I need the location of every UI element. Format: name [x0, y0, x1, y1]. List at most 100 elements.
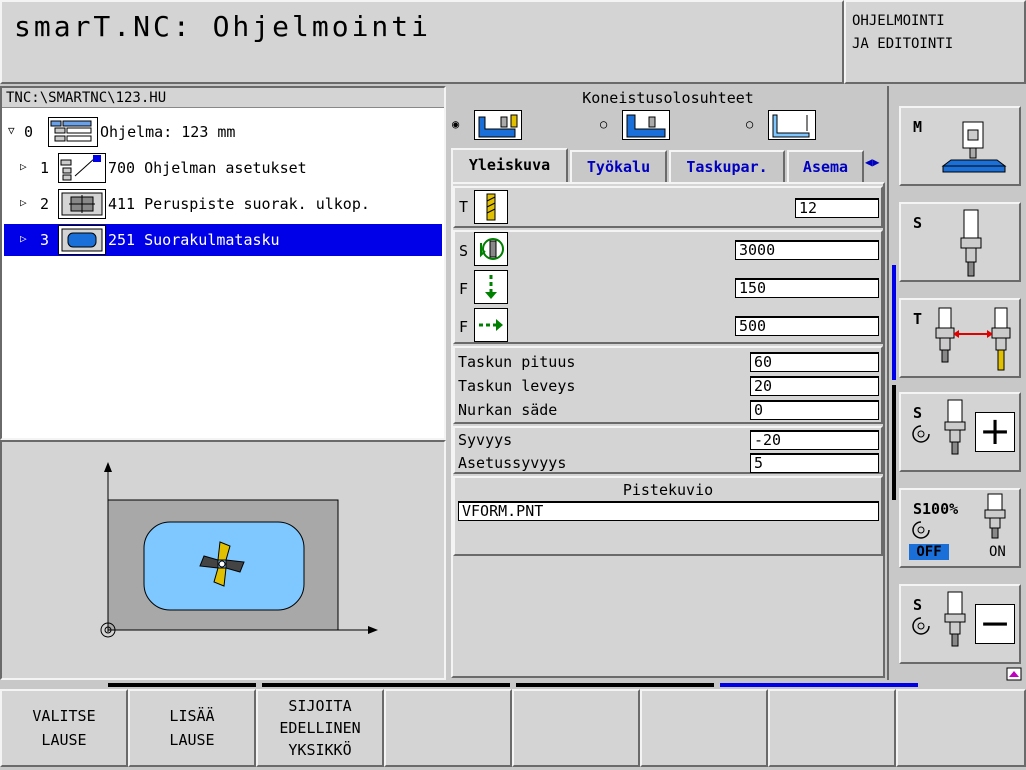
softkey-empty-5[interactable] [512, 689, 640, 767]
spindle-speed-field[interactable]: 3000 [735, 240, 879, 260]
row-text: 700 Ohjelman asetukset [108, 159, 307, 177]
scroll-thumb-top[interactable] [892, 265, 896, 380]
rotation-icon [912, 425, 930, 443]
depth-label: Syvyys [458, 431, 513, 449]
spindle-icon [944, 399, 966, 455]
softkey-empty-7[interactable] [768, 689, 896, 767]
softkey-insert-block[interactable]: LISÄÄ LAUSE [128, 689, 256, 767]
softkey-level-bar [0, 681, 1026, 689]
rotation-icon [912, 617, 930, 635]
tool-number-field[interactable]: 12 [795, 198, 879, 218]
pattern-title: Pistekuvio [622, 481, 714, 499]
pocket-preview [0, 440, 446, 680]
program-icon [48, 117, 98, 147]
pocket-width-field[interactable]: 20 [750, 376, 879, 396]
corner-radius-field[interactable]: 0 [750, 400, 879, 420]
page-title: smarT.NC: Ohjelmointi [14, 10, 432, 43]
softkey-level-2 [262, 683, 510, 687]
tab-position[interactable]: Asema [787, 150, 864, 182]
plunge-depth-field[interactable]: 5 [750, 453, 879, 473]
plunge-feed-label: F [459, 280, 469, 298]
expand-icon[interactable]: ▷ [20, 196, 27, 209]
condition-3-icon [768, 110, 816, 140]
mode-indicator: OHJELMOINTI JA EDITOINTI [844, 0, 1026, 84]
machine-icon [941, 121, 1007, 173]
row-text: 411 Peruspiste suorak. ulkop. [108, 195, 370, 213]
plunge-feed-icon [474, 270, 508, 304]
tree-row-251-selected[interactable]: ▷ 3 251 Suorakulmatasku [4, 224, 442, 256]
tool-change-button[interactable]: T [899, 298, 1021, 378]
s-key-label: S [913, 214, 923, 232]
radio-condition-1[interactable]: ◉ [452, 117, 459, 131]
softkey-empty-4[interactable] [384, 689, 512, 767]
s100-label: S100% [913, 500, 959, 518]
pattern-file-field[interactable]: VFORM.PNT [458, 501, 879, 521]
spindle-plus-button[interactable]: S + [899, 392, 1021, 472]
spindle-speed-icon [474, 232, 508, 266]
softkey-empty-6[interactable] [640, 689, 768, 767]
row-text: Ohjelma: 123 mm [100, 123, 236, 141]
expand-icon[interactable]: ▷ [20, 232, 27, 245]
milling-feed-label: F [459, 318, 469, 336]
pocket-diagram [100, 462, 378, 638]
radio-condition-3[interactable]: ○ [746, 117, 753, 131]
milling-feed-icon [474, 308, 508, 342]
s-minus-key-label: S [913, 596, 923, 614]
tab-tool[interactable]: Työkalu [570, 150, 667, 182]
tree-row-program[interactable]: ▽ 0 Ohjelma: 123 mm [4, 116, 442, 148]
condition-2-icon [622, 110, 670, 140]
tree-row-700[interactable]: ▷ 1 700 Ohjelman asetukset [4, 152, 442, 184]
row-number: 3 [40, 231, 50, 249]
spindle-button[interactable]: S [899, 202, 1021, 282]
pocket-icon [58, 225, 106, 255]
machining-conditions-title: Koneistusolosuhteet [582, 89, 754, 107]
row-number: 0 [24, 123, 34, 141]
softkey-level-icon [1006, 666, 1022, 681]
softkey-place-previous-unit[interactable]: SIJOITA EDELLINEN YKSIKKÖ [256, 689, 384, 767]
spindle-minus-button[interactable]: S − [899, 584, 1021, 664]
softkey-level-3 [516, 683, 714, 687]
corner-radius-label: Nurkan säde [458, 401, 558, 419]
scroll-track [891, 86, 895, 680]
softkey-level-active [720, 683, 918, 687]
on-state-label: ON [989, 544, 1006, 560]
scroll-thumb-bottom[interactable] [892, 385, 896, 500]
depth-field[interactable]: -20 [750, 430, 879, 450]
plunge-depth-label: Asetussyvyys [458, 454, 567, 472]
radio-condition-2[interactable]: ○ [600, 117, 607, 131]
tree-row-411[interactable]: ▷ 2 411 Peruspiste suorak. ulkop. [4, 188, 442, 220]
mode-label: OHJELMOINTI JA EDITOINTI [852, 13, 954, 52]
m-key-label: M [913, 118, 923, 136]
softkey-level-1 [108, 683, 256, 687]
condition-1-icon [474, 110, 522, 140]
settings-icon [58, 153, 106, 183]
row-number: 1 [40, 159, 50, 177]
tab-overview[interactable]: Yleiskuva [451, 148, 568, 184]
row-text: 251 Suorakulmatasku [108, 231, 280, 249]
pocket-length-label: Taskun pituus [458, 353, 576, 371]
tool-change-icon [935, 307, 1011, 371]
tab-scroll-icon[interactable]: ◀▶ [865, 155, 879, 169]
spindle-icon [944, 591, 966, 647]
t-key-label: T [913, 310, 923, 328]
rotation-icon [912, 521, 930, 539]
tab-pocket-params[interactable]: Taskupar. [669, 150, 785, 182]
spindle-icon [960, 209, 982, 277]
softkey-empty-8[interactable] [896, 689, 1026, 767]
spindle-override-button[interactable]: S100% OFF ON [899, 488, 1021, 568]
s-plus-key-label: S [913, 404, 923, 422]
tool-label: T [459, 198, 469, 216]
title-bar: smarT.NC: Ohjelmointi [0, 0, 844, 84]
pocket-length-field[interactable]: 60 [750, 352, 879, 372]
milling-feed-field[interactable]: 500 [735, 316, 879, 336]
softkey-select-block[interactable]: VALITSE LAUSE [0, 689, 128, 767]
datum-icon [58, 189, 106, 219]
pocket-width-label: Taskun leveys [458, 377, 576, 395]
path-bar: TNC:\SMARTNC\123.HU [2, 88, 444, 108]
plunge-feed-field[interactable]: 150 [735, 278, 879, 298]
expand-icon[interactable]: ▷ [20, 160, 27, 173]
row-number: 2 [40, 195, 50, 213]
collapse-icon[interactable]: ▽ [8, 124, 15, 137]
m-function-button[interactable]: M [899, 106, 1021, 186]
off-state-label: OFF [909, 544, 949, 560]
